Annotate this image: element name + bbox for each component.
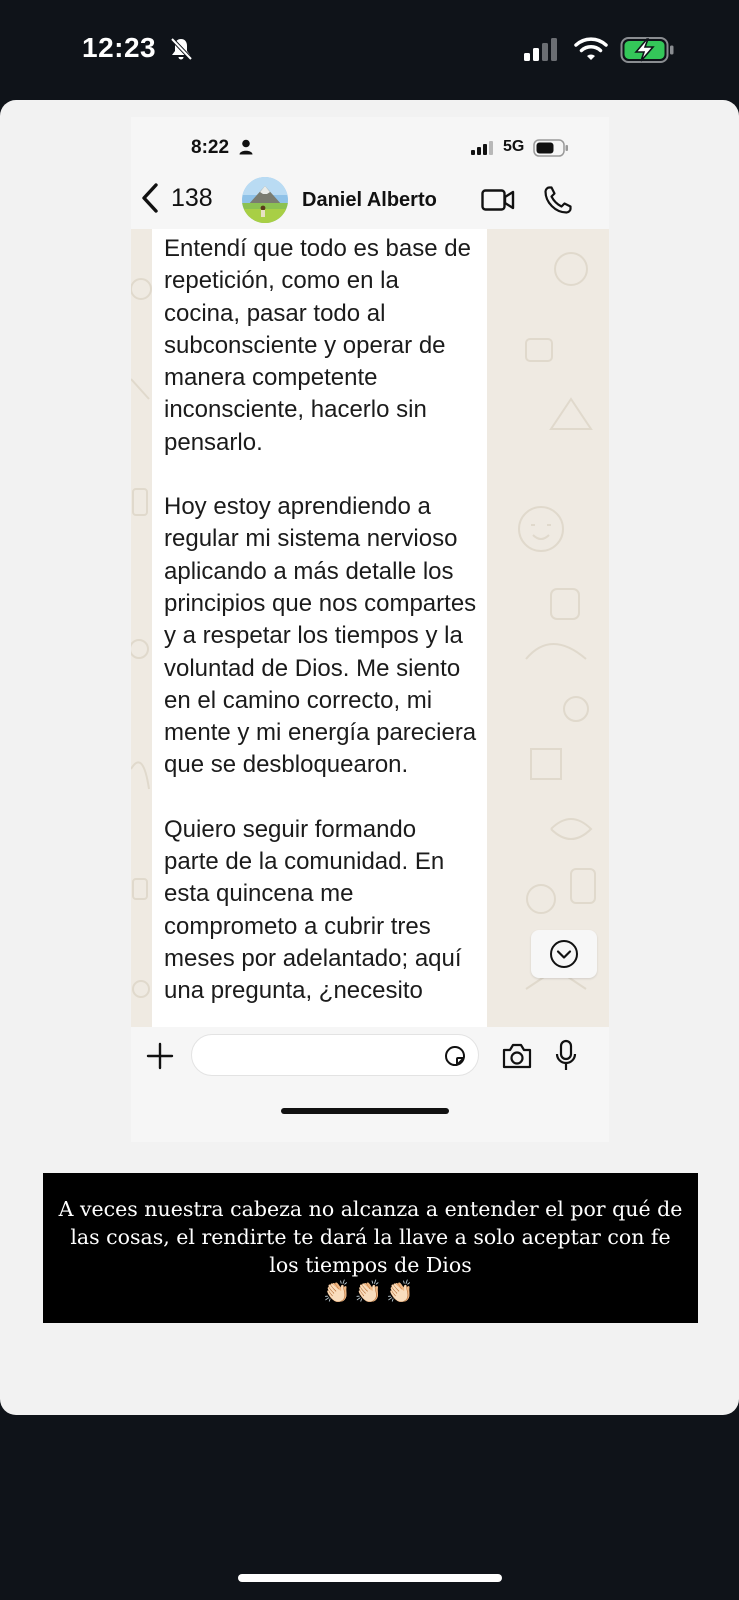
contact-avatar[interactable] [242,177,288,223]
back-button[interactable]: 138 [139,182,213,214]
camera-icon[interactable] [501,1042,533,1070]
chat-header: 138 Daniel Alberto [131,169,609,229]
whatsapp-screenshot: 8:22 5G 138 Daniel Alberto Entendí que t… [131,117,609,1142]
chevron-down-circle-icon [550,940,578,968]
bell-slash-icon [170,37,193,61]
message-paragraph-1: Entendí que todo es base de repetición, … [164,235,471,456]
microphone-icon[interactable] [555,1039,577,1073]
embedded-clock: 8:22 [191,137,230,158]
video-call-icon[interactable] [481,187,515,213]
cellular-signal-icon [471,141,493,155]
avatar-image [242,177,288,223]
person-icon [239,139,253,155]
message-paragraph-3: Quiero seguir formando parte de la comun… [164,815,462,1005]
plus-icon[interactable] [145,1041,175,1071]
cellular-signal-icon [524,38,557,61]
network-type-label: 5G [503,138,525,155]
clapping-hands-emoji: 👏🏻👏🏻👏🏻 [323,1279,418,1304]
message-input-bar [131,1027,609,1089]
message-input[interactable] [191,1034,479,1076]
embedded-status-bar: 8:22 5G [131,117,609,169]
caption-text: A veces nuestra cabeza no alcanza a ente… [58,1197,683,1277]
sticker-icon[interactable] [443,1044,467,1068]
wifi-icon [574,37,608,60]
chat-area[interactable]: Entendí que todo es base de repetición, … [131,229,609,1027]
unread-count: 138 [171,183,213,212]
scroll-to-bottom-button[interactable] [531,930,597,978]
outer-status-bar: 12:23 [0,0,739,100]
message-bubble: Entendí que todo es base de repetición, … [152,229,487,1027]
phone-call-icon[interactable] [543,185,573,215]
chevron-left-icon [142,183,158,213]
contact-name[interactable]: Daniel Alberto [302,189,437,212]
message-paragraph-2: Hoy estoy aprendiendo a regular mi siste… [164,493,477,779]
home-indicator[interactable] [238,1574,502,1582]
embedded-home-indicator [281,1108,449,1114]
outer-clock: 12:23 [82,32,157,63]
story-card: 8:22 5G 138 Daniel Alberto Entendí que t… [0,100,739,1415]
battery-icon [533,139,568,157]
story-caption: A veces nuestra cabeza no alcanza a ente… [43,1173,698,1323]
battery-charging-icon [620,37,674,63]
